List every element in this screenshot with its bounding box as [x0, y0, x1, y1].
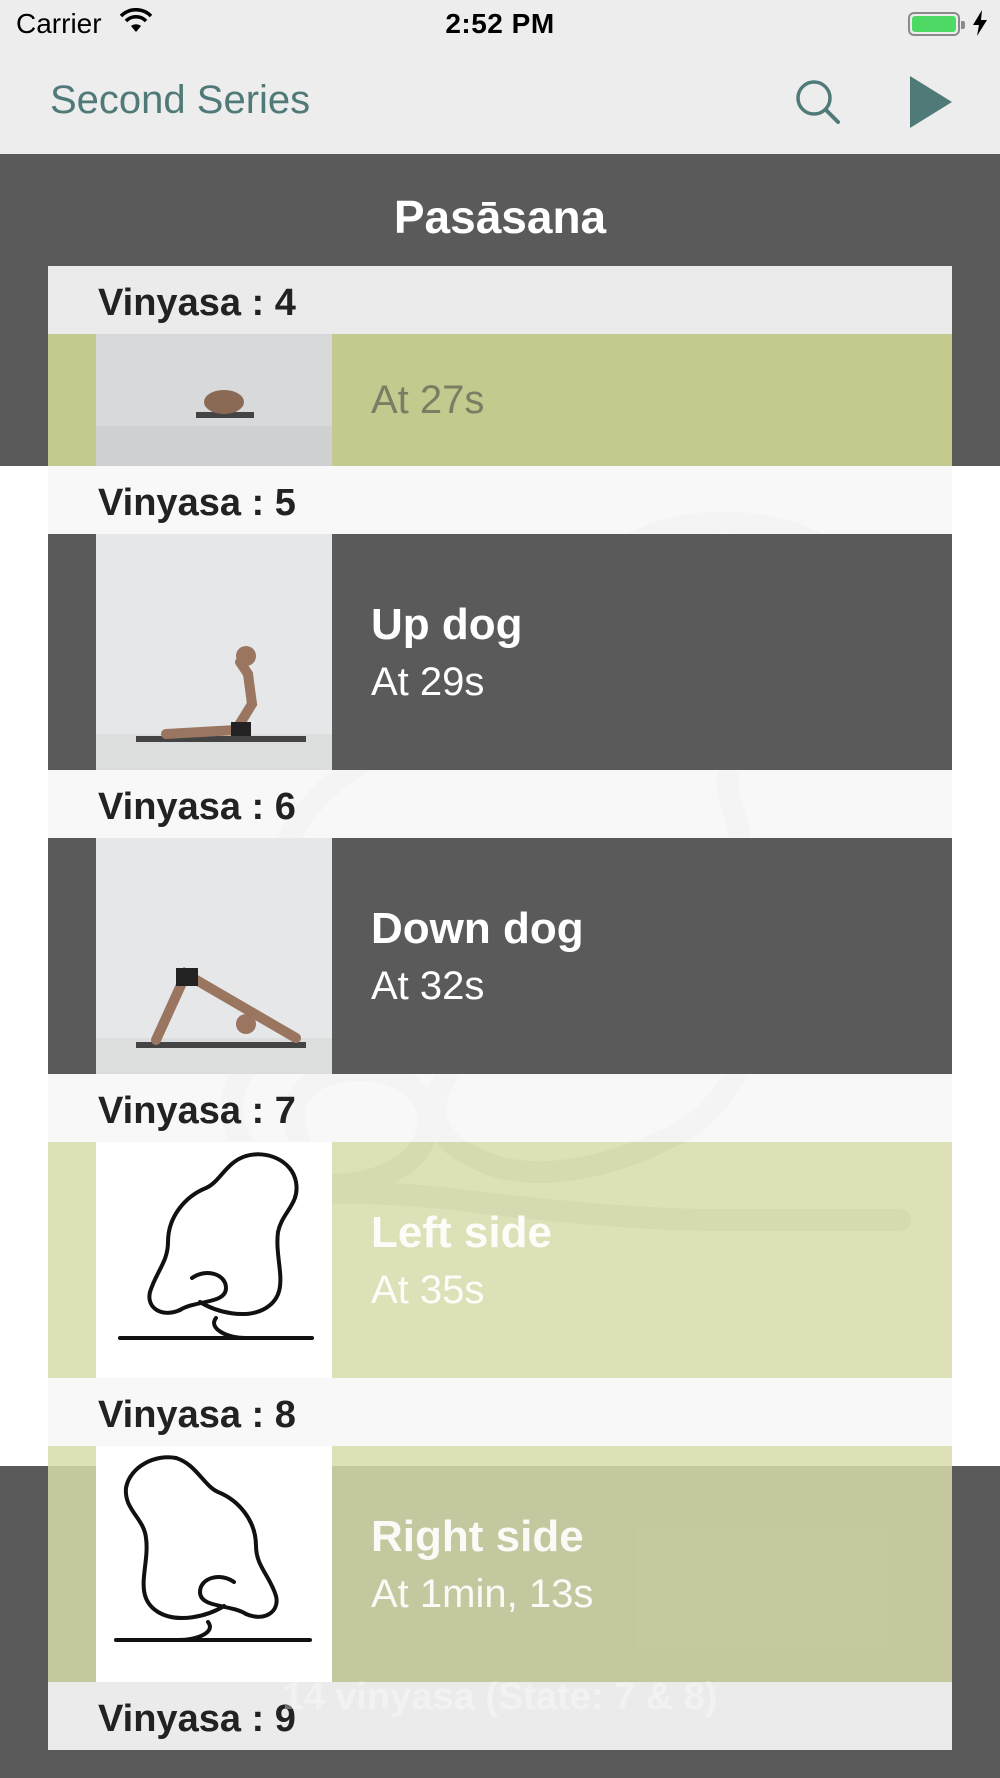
section-header: Vinyasa : 7 [48, 1074, 952, 1142]
row-name: Up dog [371, 599, 523, 649]
row-time: At 1min, 13s [371, 1571, 594, 1616]
play-icon [910, 76, 952, 128]
search-icon [796, 80, 840, 124]
play-button[interactable] [900, 72, 960, 132]
vinyasa-list: Vinyasa : 4 At 27s Vinyasa : 5 Up dog At… [48, 266, 952, 1750]
battery-icon [908, 12, 965, 36]
section-header: Vinyasa : 4 [48, 266, 952, 334]
list-item[interactable]: At 27s [48, 334, 952, 466]
list-bottom [0, 1752, 1000, 1778]
pose-thumbnail [96, 334, 332, 466]
pose-thumbnail [96, 1142, 332, 1378]
status-time: 2:52 PM [445, 8, 555, 39]
section-header: Vinyasa : 8 [48, 1378, 952, 1446]
list-item[interactable]: Right side At 1min, 13s [48, 1446, 952, 1682]
row-time: At 27s [371, 377, 485, 422]
search-button[interactable] [788, 72, 848, 132]
row-time: At 32s [371, 963, 485, 1008]
row-name: Right side [371, 1511, 584, 1561]
pose-title: Pasāsana [0, 154, 1000, 266]
nav-title: Second Series [50, 78, 311, 122]
list-item[interactable]: Up dog At 29s [48, 534, 952, 770]
list-item[interactable]: Down dog At 32s [48, 838, 952, 1074]
row-time: At 35s [371, 1267, 485, 1312]
row-name: Left side [371, 1207, 552, 1257]
list-item[interactable]: Left side At 35s [48, 1142, 952, 1378]
vinyasa-count-footer: 14 vinyasa (State: 7 & 8) [282, 1676, 718, 1718]
charging-icon [972, 10, 988, 43]
pose-thumbnail [96, 534, 332, 770]
navigation-bar: Second Series [0, 50, 1000, 155]
section-header: Vinyasa : 5 [48, 466, 952, 534]
row-name: Down dog [371, 903, 584, 953]
pose-thumbnail [96, 838, 332, 1074]
status-bar: Carrier 2:52 PM [0, 0, 1000, 50]
pose-thumbnail [96, 1446, 332, 1682]
row-time: At 29s [371, 659, 485, 704]
section-header: Vinyasa : 6 [48, 770, 952, 838]
